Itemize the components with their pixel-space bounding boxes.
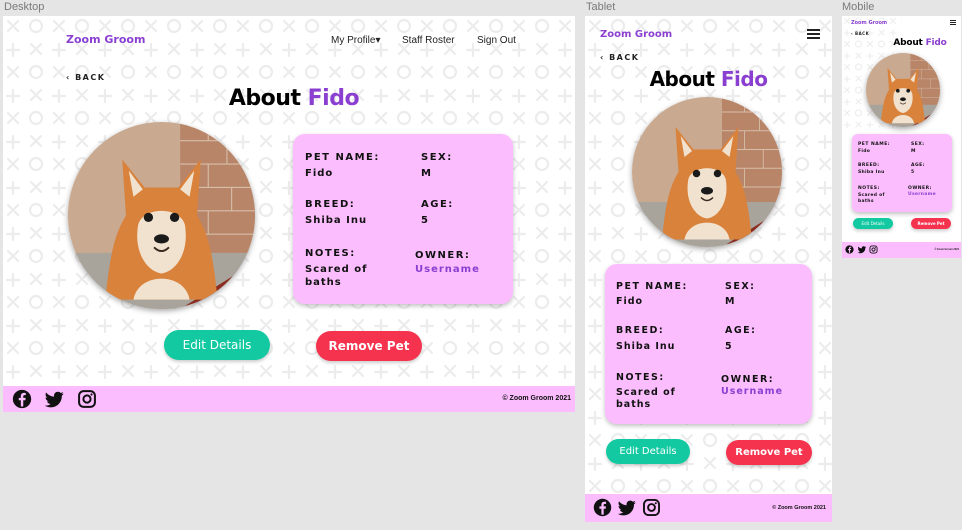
age-value: 5 xyxy=(421,215,429,226)
age-label: AGE: xyxy=(421,199,454,210)
hamburger-menu-icon[interactable] xyxy=(807,29,820,39)
pet-details-card: PET NAME: Fido SEX: M BREED: Shiba Inu A… xyxy=(605,264,812,424)
owner-label: OWNER: xyxy=(415,250,471,261)
remove-pet-button[interactable]: Remove Pet xyxy=(911,218,951,229)
pet-name-value: Fido xyxy=(858,149,871,154)
copyright-text: © Zoom Groom 2021 xyxy=(502,395,571,402)
footer: © Zoom Groom 2021 xyxy=(585,494,832,522)
page-title: About Fido xyxy=(872,38,961,48)
title-prefix: About xyxy=(649,67,721,91)
mobile-frame: Zoom Groom ‹ BACK About Fido PET NAME: F… xyxy=(842,16,961,258)
twitter-icon[interactable] xyxy=(857,245,867,254)
twitter-icon[interactable] xyxy=(44,389,65,409)
brand-logo[interactable]: Zoom Groom xyxy=(66,33,145,46)
age-label: AGE: xyxy=(911,163,926,168)
breed-value: Shiba Inu xyxy=(305,215,368,226)
notes-label: NOTES: xyxy=(616,372,665,383)
age-label: AGE: xyxy=(725,325,757,336)
pet-name-label: PET NAME: xyxy=(305,152,380,163)
twitter-icon[interactable] xyxy=(617,498,637,517)
desktop-frame: Zoom Groom My Profile▾ Staff Roster Sign… xyxy=(3,16,575,412)
notes-value: Scared of baths xyxy=(616,387,676,410)
copyright-text: © Zoom Groom 2021 xyxy=(934,248,960,251)
mobile-frame-label: Mobile xyxy=(842,1,875,13)
back-link[interactable]: ‹ BACK xyxy=(600,53,639,62)
pet-name-value: Fido xyxy=(616,296,644,307)
pet-name-label: PET NAME: xyxy=(616,281,688,292)
footer: © Zoom Groom 2021 xyxy=(842,242,961,258)
sex-value: M xyxy=(725,296,736,307)
edit-details-button[interactable]: Edit Details xyxy=(164,330,270,360)
title-pet-name: Fido xyxy=(925,38,947,48)
sex-label: SEX: xyxy=(911,142,925,147)
notes-value: Scared of baths xyxy=(858,193,885,204)
owner-username-link[interactable]: Username xyxy=(721,386,783,398)
owner-username-link[interactable]: Username xyxy=(415,264,480,277)
edit-details-button[interactable]: Edit Details xyxy=(853,218,893,229)
title-pet-name: Fido xyxy=(720,67,768,91)
remove-pet-button[interactable]: Remove Pet xyxy=(726,440,812,465)
owner-username-link[interactable]: Username xyxy=(908,192,936,198)
sex-value: M xyxy=(421,168,432,179)
title-prefix: About xyxy=(228,86,308,111)
copyright-text: © Zoom Groom 2021 xyxy=(772,505,826,511)
pet-name-value: Fido xyxy=(305,168,334,179)
sex-label: SEX: xyxy=(421,152,453,163)
nav-sign-out[interactable]: Sign Out xyxy=(477,35,516,46)
pet-details-card: PET NAME: Fido SEX: M BREED: Shiba Inu A… xyxy=(293,134,513,304)
breed-value: Shiba Inu xyxy=(616,341,676,352)
desktop-frame-label: Desktop xyxy=(4,1,45,13)
notes-label: NOTES: xyxy=(858,186,880,191)
sex-value: M xyxy=(911,149,917,154)
instagram-icon[interactable] xyxy=(869,245,878,254)
age-value: 5 xyxy=(911,170,916,175)
page-title: About Fido xyxy=(585,67,832,91)
tablet-frame-label: Tablet xyxy=(586,1,616,13)
title-prefix: About xyxy=(893,38,926,48)
title-pet-name: Fido xyxy=(307,86,360,111)
notes-label: NOTES: xyxy=(305,248,356,259)
hamburger-menu-icon[interactable] xyxy=(950,20,956,25)
sex-label: SEX: xyxy=(725,281,756,292)
nav-staff-roster[interactable]: Staff Roster xyxy=(402,35,455,46)
notes-value: Scared of baths xyxy=(305,264,368,288)
breed-label: BREED: xyxy=(858,163,880,168)
breed-value: Shiba Inu xyxy=(858,170,885,175)
age-value: 5 xyxy=(725,341,733,352)
edit-details-button[interactable]: Edit Details xyxy=(606,439,690,464)
back-link[interactable]: ‹ BACK xyxy=(66,73,105,82)
brand-logo[interactable]: Zoom Groom xyxy=(600,29,672,40)
pet-name-label: PET NAME: xyxy=(858,142,891,147)
instagram-icon[interactable] xyxy=(642,498,661,517)
breed-label: BREED: xyxy=(616,325,665,336)
nav-my-profile[interactable]: My Profile▾ xyxy=(331,35,380,46)
tablet-frame: Zoom Groom ‹ BACK About Fido PET NAME: F… xyxy=(585,16,832,522)
footer: © Zoom Groom 2021 xyxy=(3,386,575,412)
remove-pet-button[interactable]: Remove Pet xyxy=(316,331,422,361)
back-link[interactable]: ‹ BACK xyxy=(851,31,869,36)
pet-details-card: PET NAME: Fido SEX: M BREED: Shiba Inu A… xyxy=(852,134,952,212)
brand-logo[interactable]: Zoom Groom xyxy=(851,20,887,26)
dog-photo xyxy=(68,122,255,309)
dog-photo xyxy=(632,97,782,247)
page-title: About Fido xyxy=(3,86,575,111)
facebook-icon[interactable] xyxy=(593,498,612,517)
breed-label: BREED: xyxy=(305,199,356,210)
owner-label: OWNER: xyxy=(721,374,775,385)
facebook-icon[interactable] xyxy=(845,245,854,254)
facebook-icon[interactable] xyxy=(12,389,32,409)
dog-photo xyxy=(866,53,940,127)
owner-label: OWNER: xyxy=(908,186,932,191)
instagram-icon[interactable] xyxy=(77,389,97,409)
